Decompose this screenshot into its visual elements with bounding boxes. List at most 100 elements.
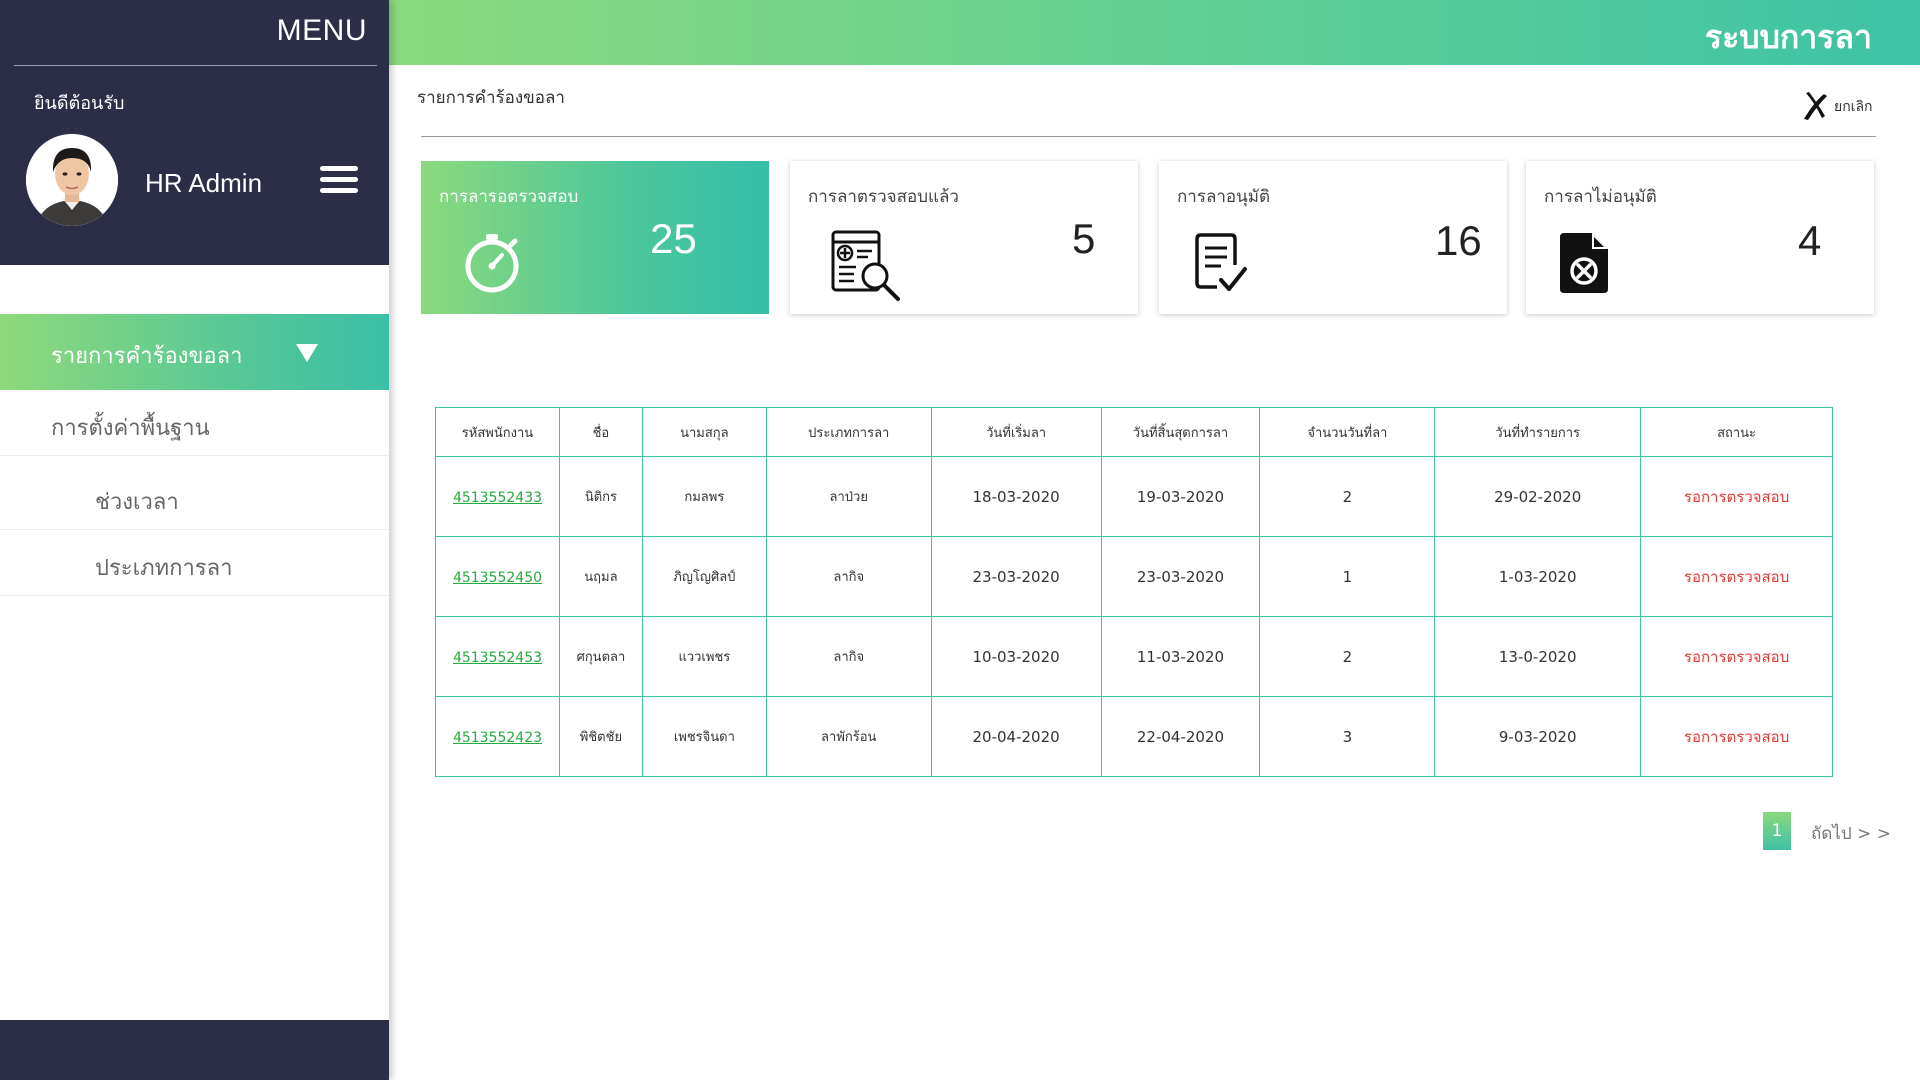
pagination-next-link[interactable]: ถัดไป > > (1811, 820, 1891, 847)
sidebar-item-label: ช่วงเวลา (95, 490, 179, 515)
cell-days: 2 (1259, 616, 1436, 697)
employee-id-link[interactable]: 4513552453 (453, 650, 542, 666)
hamburger-bar (320, 188, 358, 193)
cell-last-name: แววเพชร (641, 616, 767, 697)
employee-id-link[interactable]: 4513552433 (453, 490, 542, 506)
card-approved[interactable]: การลาอนุมัติ 16 (1159, 161, 1507, 314)
document-check-icon (1195, 233, 1247, 291)
menu-title: MENU (276, 14, 367, 47)
cell-first-name: นิติกร (558, 456, 643, 537)
app-title: ระบบการลา (1704, 18, 1872, 56)
sidebar-item-leave-requests[interactable]: รายการคำร้องขอลา (0, 314, 389, 390)
user-name: HR Admin (145, 168, 263, 198)
table-row: 4513552453 ศกุนตลา แววเพชร ลากิจ 10-03-2… (435, 616, 1833, 697)
cell-leave-type: ลาป่วย (765, 456, 932, 537)
card-rejected[interactable]: การลาไม่อนุมัติ 4 (1526, 161, 1874, 314)
cell-employee-id: 4513552433 (435, 456, 560, 537)
document-cancel-icon (1560, 233, 1608, 293)
card-value: 5 (1072, 215, 1096, 262)
cell-status: รอการตรวจสอบ (1640, 536, 1833, 617)
cell-start-date: 20-04-2020 (930, 696, 1102, 777)
sidebar-item-label: รายการคำร้องขอลา (51, 344, 243, 369)
col-header-leave-type: ประเภทการลา (765, 407, 932, 457)
avatar (26, 134, 118, 226)
cell-last-name: ภิญโญศิลป์ (641, 536, 767, 617)
cell-employee-id: 4513552453 (435, 616, 560, 697)
table-row: 4513552433 นิติกร กมลพร ลาป่วย 18-03-202… (435, 456, 1833, 537)
sidebar-item-label: ประเภทการลา (95, 556, 233, 581)
avatar-image (26, 134, 118, 226)
cell-leave-type: ลาพักร้อน (765, 696, 932, 777)
table-header-row: รหัสพนักงาน ชื่อ นามสกุล ประเภทการลา วัน… (435, 407, 1833, 457)
welcome-text: ยินดีต้อนรับ (34, 93, 125, 114)
cell-employee-id: 4513552450 (435, 536, 560, 617)
cell-last-name: เพชรจินดา (641, 696, 767, 777)
sidebar-item-leave-types[interactable]: ประเภทการลา (0, 530, 389, 596)
sidebar-item-time-period[interactable]: ช่วงเวลา (0, 464, 389, 530)
hamburger-menu-icon[interactable] (320, 166, 358, 194)
table-row: 4513552423 พิชิตชัย เพชรจินดา ลาพักร้อน … (435, 696, 1833, 777)
col-header-last-name: นามสกุล (641, 407, 767, 457)
hamburger-bar (320, 177, 358, 182)
col-header-first-name: ชื่อ (558, 407, 643, 457)
employee-id-link[interactable]: 4513552450 (453, 570, 542, 586)
cell-end-date: 19-03-2020 (1100, 456, 1261, 537)
sidebar-profile-panel: MENU ยินดีต้อนรับ HR Admin (0, 0, 389, 265)
cell-start-date: 18-03-2020 (930, 456, 1102, 537)
col-header-employee-id: รหัสพนักงาน (435, 407, 560, 457)
menu-divider (14, 65, 377, 66)
cell-end-date: 11-03-2020 (1100, 616, 1261, 697)
cell-first-name: พิชิตชัย (558, 696, 643, 777)
card-reviewed[interactable]: การลาตรวจสอบแล้ว 5 (790, 161, 1138, 314)
card-pending[interactable]: การลารอตรวจสอบ 25 (421, 161, 769, 314)
leave-requests-table: รหัสพนักงาน ชื่อ นามสกุล ประเภทการลา วัน… (435, 407, 1833, 777)
cell-first-name: นฤมล (558, 536, 643, 617)
cell-days: 3 (1259, 696, 1436, 777)
cell-status: รอการตรวจสอบ (1640, 696, 1833, 777)
cell-employee-id: 4513552423 (435, 696, 560, 777)
card-value: 25 (650, 215, 697, 262)
cell-start-date: 10-03-2020 (930, 616, 1102, 697)
col-header-end-date: วันที่สิ้นสุดการลา (1100, 407, 1261, 457)
top-header: ระบบการลา (389, 0, 1920, 65)
sidebar-item-basic-settings[interactable]: การตั้งค่าพื้นฐาน (0, 390, 389, 456)
cell-first-name: ศกุนตลา (558, 616, 643, 697)
col-header-status: สถานะ (1640, 407, 1833, 457)
card-title: การลาอนุมัติ (1177, 187, 1271, 207)
cell-status: รอการตรวจสอบ (1640, 616, 1833, 697)
document-search-icon (831, 230, 900, 301)
pagination-page-1[interactable]: 1 (1763, 812, 1791, 850)
hamburger-bar (320, 166, 358, 171)
close-icon (1804, 92, 1827, 120)
employee-id-link[interactable]: 4513552423 (453, 730, 542, 746)
cell-last-name: กมลพร (641, 456, 767, 537)
card-title: การลาไม่อนุมัติ (1544, 187, 1657, 207)
cell-days: 2 (1259, 456, 1436, 537)
sidebar-item-label: การตั้งค่าพื้นฐาน (51, 416, 210, 441)
card-value: 16 (1435, 217, 1482, 264)
cell-start-date: 23-03-2020 (930, 536, 1102, 617)
cell-end-date: 22-04-2020 (1100, 696, 1261, 777)
cell-request-date: 13-0-2020 (1434, 616, 1642, 697)
cell-request-date: 1-03-2020 (1434, 536, 1642, 617)
col-header-request-date: วันที่ทำรายการ (1434, 407, 1642, 457)
cancel-button[interactable]: ยกเลิก (1800, 88, 1876, 124)
cell-end-date: 23-03-2020 (1100, 536, 1261, 617)
col-header-start-date: วันที่เริ่มลา (930, 407, 1102, 457)
page-title: รายการคำร้องขอลา (417, 88, 565, 108)
col-header-days: จำนวนวันที่ลา (1259, 407, 1436, 457)
stopwatch-icon (465, 234, 519, 293)
cancel-label: ยกเลิก (1834, 99, 1873, 115)
cell-days: 1 (1259, 536, 1436, 617)
card-title: การลาตรวจสอบแล้ว (808, 187, 959, 207)
card-title: การลารอตรวจสอบ (439, 187, 579, 207)
card-value: 4 (1798, 217, 1822, 264)
cell-request-date: 9-03-2020 (1434, 696, 1642, 777)
cell-leave-type: ลากิจ (765, 536, 932, 617)
cell-request-date: 29-02-2020 (1434, 456, 1642, 537)
content-divider (421, 136, 1876, 137)
cell-leave-type: ลากิจ (765, 616, 932, 697)
sidebar-footer (0, 1020, 389, 1080)
sidebar: MENU ยินดีต้อนรับ HR Admin รายการคำร้องข (0, 0, 389, 1080)
table-row: 4513552450 นฤมล ภิญโญศิลป์ ลากิจ 23-03-2… (435, 536, 1833, 617)
